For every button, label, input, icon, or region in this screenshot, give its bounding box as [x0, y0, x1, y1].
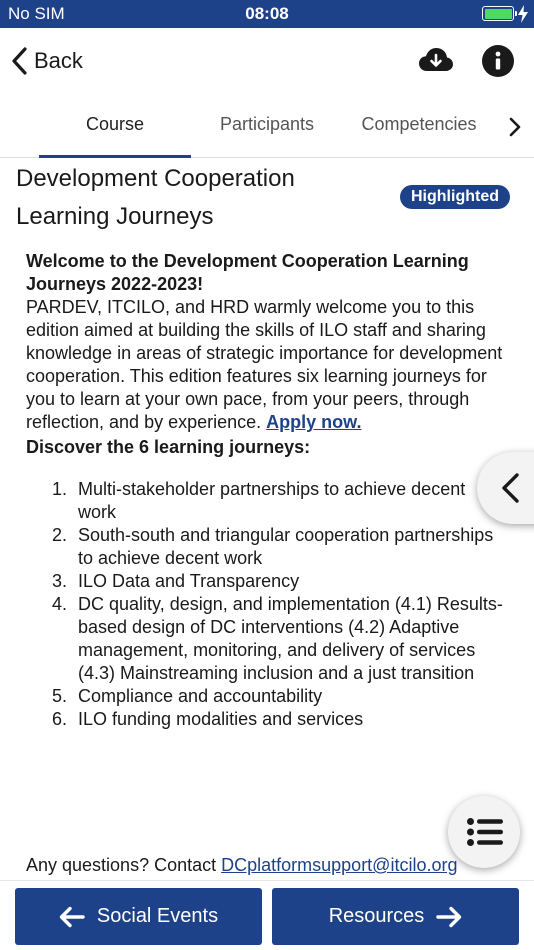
- chevron-left-icon: [12, 47, 27, 75]
- list-item: 5. Compliance and accountability: [52, 686, 323, 706]
- list-item: 6. ILO funding modalities and services: [52, 709, 364, 729]
- course-title: Development Cooperation Learning Journey…: [16, 165, 295, 230]
- chevron-right-icon[interactable]: [506, 116, 524, 138]
- list-icon: [467, 818, 503, 846]
- tab-competencies[interactable]: Competencies: [350, 114, 488, 135]
- nav-bar: Back: [0, 28, 534, 94]
- status-bar: No SIM 08:08: [0, 0, 534, 28]
- social-events-label: Social Events: [96, 905, 219, 927]
- clock: 08:08: [245, 4, 289, 23]
- contact-line: Any questions? Contact DCplatformsupport…: [26, 854, 457, 877]
- back-button[interactable]: Back: [10, 44, 83, 78]
- arrow-left-icon: [59, 906, 85, 927]
- course-description: Welcome to the Development Cooperation L…: [26, 250, 506, 731]
- highlighted-badge: Highlighted: [400, 185, 510, 209]
- intro-paragraph: PARDEV, ITCILO, and HRD warmly welcome y…: [26, 296, 506, 434]
- tab-bar: Course Participants Competencies: [0, 94, 534, 158]
- journeys-list: 1. Multi-stakeholder partnerships to achi…: [26, 478, 506, 731]
- battery-icon: [482, 6, 517, 21]
- tab-selected-indicator: [39, 155, 191, 158]
- arrow-right-icon: [436, 906, 462, 927]
- list-item: 1. Multi-stakeholder partnerships to achi…: [52, 479, 466, 522]
- list-item: 2. South-south and triangular cooperation…: [52, 525, 494, 568]
- resources-button[interactable]: Resources: [272, 888, 519, 945]
- bottom-navigation: Social Events Resources: [0, 880, 534, 950]
- list-item: 3. ILO Data and Transparency: [52, 571, 300, 591]
- welcome-heading: Welcome to the Development Cooperation L…: [26, 251, 469, 294]
- intro-text: PARDEV, ITCILO, and HRD warmly welcome y…: [26, 297, 503, 432]
- apply-now-link[interactable]: Apply now.: [266, 412, 361, 432]
- chevron-left-icon: [502, 473, 519, 503]
- list-menu-button[interactable]: [448, 796, 520, 868]
- resources-label: Resources: [328, 905, 425, 927]
- support-email-link[interactable]: DCplatformsupport@itcilo.org: [221, 855, 457, 875]
- contact-text: Any questions? Contact: [26, 855, 222, 875]
- social-events-button[interactable]: Social Events: [15, 888, 262, 945]
- tab-course[interactable]: Course: [39, 114, 191, 135]
- discover-heading: Discover the 6 learning journeys:: [26, 437, 311, 457]
- back-label: Back: [34, 48, 83, 73]
- cloud-download-icon[interactable]: [418, 44, 454, 78]
- info-icon[interactable]: [481, 44, 515, 78]
- list-item: 4. DC quality, design, and implementation…: [52, 594, 503, 683]
- charging-icon: [518, 5, 528, 23]
- tab-participants[interactable]: Participants: [196, 114, 338, 135]
